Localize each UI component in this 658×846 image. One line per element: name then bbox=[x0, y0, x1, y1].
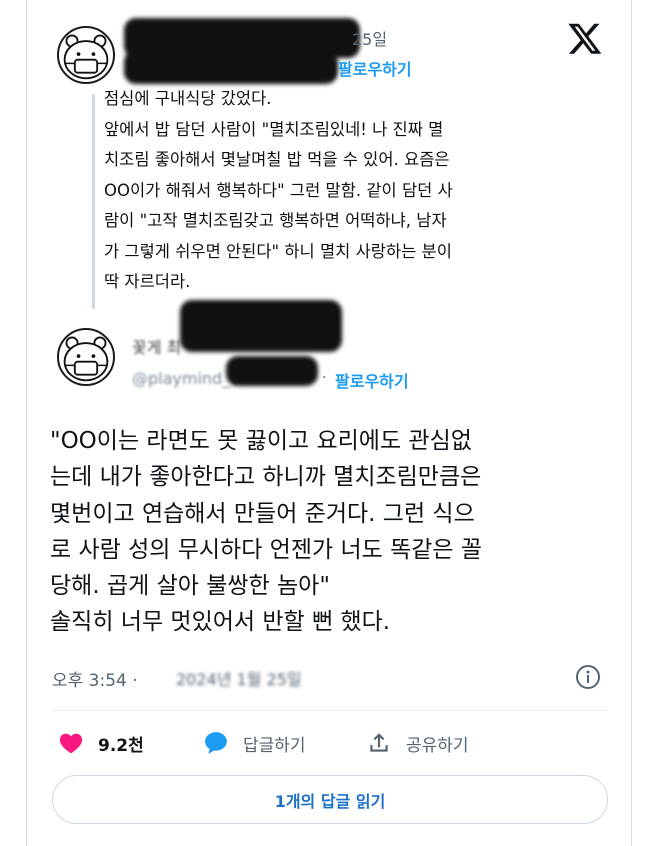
read-replies-button[interactable]: 1개의 답글 읽기 bbox=[52, 775, 608, 824]
bear-mask-avatar-image bbox=[63, 34, 109, 80]
share-button[interactable]: 공유하기 bbox=[366, 728, 469, 758]
tweet-date[interactable]: 2024년 1월 25일 bbox=[176, 666, 302, 690]
tweet-text: 점심에 구내식당 갔었다. 앞에서 밥 담던 사람이 "멸치조림있네! 나 진짜… bbox=[104, 89, 453, 291]
redacted-handle bbox=[124, 50, 338, 84]
bear-mask-avatar-image bbox=[63, 336, 109, 382]
separator-dot: · bbox=[322, 370, 327, 386]
like-count: 9.2천 bbox=[98, 735, 144, 756]
redacted-username bbox=[180, 300, 342, 352]
follow-button[interactable]: 팔로우하기 bbox=[335, 368, 409, 392]
reply-label: 답글하기 bbox=[243, 735, 306, 756]
tweet-date: 25일 bbox=[352, 30, 388, 49]
info-icon[interactable] bbox=[575, 664, 601, 690]
reply-button[interactable]: 답글하기 bbox=[203, 728, 306, 758]
like-button[interactable]: 9.2천 bbox=[58, 728, 144, 758]
heart-icon bbox=[59, 733, 83, 754]
tweet-text: "OO이는 라면도 못 끓이고 요리에도 관심없 는데 내가 좋아한다고 하니까… bbox=[50, 428, 483, 636]
tweet-time[interactable]: 오후 3:54 · bbox=[52, 666, 138, 691]
redacted-handle bbox=[226, 356, 318, 386]
reply-bubble-icon bbox=[205, 732, 227, 754]
user-avatar[interactable] bbox=[57, 26, 115, 84]
user-name[interactable]: 꽃게 최 bbox=[132, 334, 181, 358]
thread-connector-line bbox=[92, 94, 95, 309]
user-avatar[interactable] bbox=[57, 328, 115, 386]
share-label: 공유하기 bbox=[406, 735, 469, 756]
follow-button[interactable]: 팔로우하기 bbox=[338, 56, 412, 80]
share-icon bbox=[370, 733, 388, 752]
divider bbox=[52, 710, 608, 711]
x-logo-icon[interactable] bbox=[567, 20, 603, 56]
